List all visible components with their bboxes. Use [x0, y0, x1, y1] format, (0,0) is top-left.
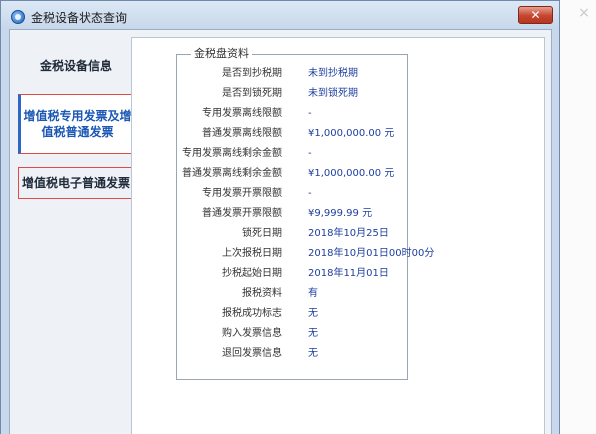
- info-value: 2018年11月01日: [308, 268, 389, 279]
- info-row: 是否到锁死期 未到锁死期: [177, 84, 409, 104]
- info-label: 普通发票开票限额: [202, 208, 282, 219]
- info-row: 普通发票离线剩余金额 ¥1,000,000.00 元: [177, 164, 409, 184]
- tax-disk-info-group: 金税盘资料 是否到抄税期 未到抄税期 是否到锁死期 未到锁死期 专用发票离线限额…: [176, 46, 434, 380]
- info-row: 报税资料 有: [177, 284, 409, 304]
- info-value: -: [308, 188, 312, 199]
- info-row: 专用发票离线限额 -: [177, 104, 409, 124]
- info-row: 专用发票离线剩余金额 -: [177, 144, 409, 164]
- info-value: 未到抄税期: [308, 68, 358, 79]
- content-panel: 金税盘资料 是否到抄税期 未到抄税期 是否到锁死期 未到锁死期 专用发票离线限额…: [131, 37, 545, 434]
- sidebar-item-device-info[interactable]: 金税设备信息: [18, 48, 134, 84]
- desktop-background: [560, 0, 596, 434]
- info-row: 是否到抄税期 未到抄税期: [177, 64, 409, 84]
- sidebar-item-e-invoices[interactable]: 增值税电子普通发票: [18, 167, 134, 199]
- info-label: 专用发票离线剩余金额: [182, 148, 282, 159]
- info-label: 专用发票离线限额: [202, 108, 282, 119]
- info-row: 抄税起始日期 2018年11月01日: [177, 264, 409, 284]
- info-value: -: [308, 148, 312, 159]
- info-row: 专用发票开票限额 -: [177, 184, 409, 204]
- title-bar[interactable]: 金税设备状态查询 ✕: [1, 1, 559, 29]
- info-label: 报税成功标志: [222, 308, 282, 319]
- info-label: 是否到抄税期: [222, 68, 282, 79]
- info-value: 无: [308, 348, 318, 359]
- info-row: 普通发票开票限额 ¥9,999.99 元: [177, 204, 409, 224]
- info-label: 购入发票信息: [222, 328, 282, 339]
- client-area: 金税设备信息 增值税专用发票及增值税普通发票 增值税电子普通发票 金税盘资料 是…: [9, 29, 552, 434]
- sidebar: 金税设备信息 增值税专用发票及增值税普通发票 增值税电子普通发票: [10, 30, 134, 434]
- status-query-window: 金税设备状态查询 ✕ 金税设备信息 增值税专用发票及增值税普通发票 增值税电子普…: [0, 0, 560, 434]
- info-value: 未到锁死期: [308, 88, 358, 99]
- info-label: 普通发票离线限额: [202, 128, 282, 139]
- info-label: 是否到锁死期: [222, 88, 282, 99]
- info-value: 2018年10月25日: [308, 228, 389, 239]
- info-value: 2018年10月01日00时00分: [308, 248, 435, 259]
- info-value: ¥1,000,000.00 元: [308, 168, 395, 179]
- app-icon: [11, 10, 25, 24]
- info-label: 报税资料: [242, 288, 282, 299]
- info-value: 有: [308, 288, 318, 299]
- desktop-close-icon[interactable]: ×: [577, 6, 591, 20]
- window-title: 金税设备状态查询: [31, 11, 128, 25]
- info-value: 无: [308, 328, 318, 339]
- info-label: 上次报税日期: [222, 248, 282, 259]
- sidebar-item-vat-invoices[interactable]: 增值税专用发票及增值税普通发票: [18, 94, 134, 154]
- info-row: 上次报税日期 2018年10月01日00时00分: [177, 244, 434, 264]
- info-row: 普通发票离线限额 ¥1,000,000.00 元: [177, 124, 409, 144]
- info-value: 无: [308, 308, 318, 319]
- info-value: -: [308, 108, 312, 119]
- info-label: 抄税起始日期: [222, 268, 282, 279]
- info-row: 报税成功标志 无: [177, 304, 409, 324]
- info-label: 锁死日期: [242, 228, 282, 239]
- info-label: 专用发票开票限额: [202, 188, 282, 199]
- info-value: ¥1,000,000.00 元: [308, 128, 395, 139]
- close-button[interactable]: ✕: [518, 6, 553, 24]
- info-row: 退回发票信息 无: [177, 344, 409, 364]
- info-label: 普通发票离线剩余金额: [182, 168, 282, 179]
- group-title: 金税盘资料: [191, 46, 252, 62]
- info-value: ¥9,999.99 元: [308, 208, 373, 219]
- info-row: 购入发票信息 无: [177, 324, 409, 344]
- info-row: 锁死日期 2018年10月25日: [177, 224, 409, 244]
- info-label: 退回发票信息: [222, 348, 282, 359]
